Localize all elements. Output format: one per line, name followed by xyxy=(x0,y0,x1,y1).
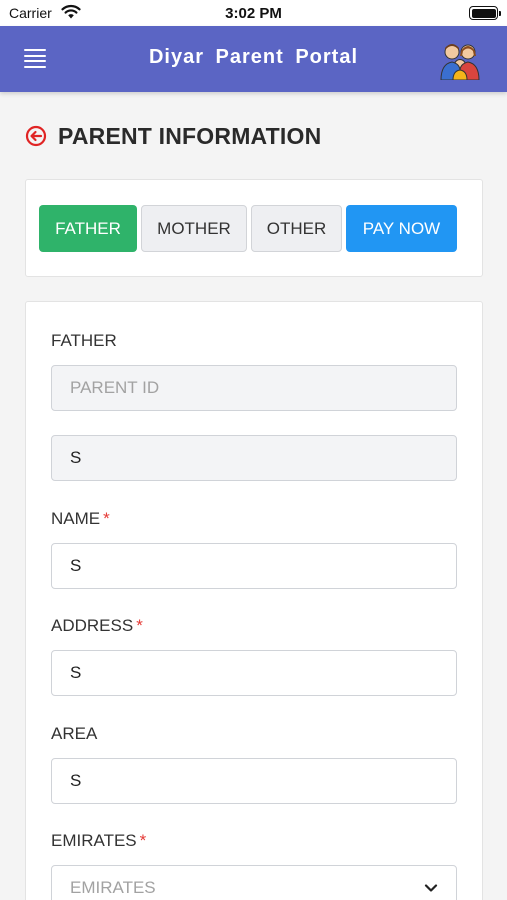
status-bar: Carrier 3:02 PM xyxy=(0,0,507,26)
back-arrow-circle-icon[interactable] xyxy=(25,125,47,147)
unlabeled-readonly-field[interactable]: S xyxy=(51,435,457,481)
address-label: ADDRESS * xyxy=(51,616,143,636)
chevron-down-icon xyxy=(424,884,438,892)
father-form-card: FATHER PARENT ID S NAME * S ADDRESS * S AR… xyxy=(25,301,483,900)
name-label-text: NAME xyxy=(51,509,101,528)
family-avatar-icon[interactable] xyxy=(439,40,481,80)
tab-mother[interactable]: MOTHER xyxy=(141,205,247,252)
pay-now-button[interactable]: PAY NOW xyxy=(346,205,457,252)
emirates-select[interactable]: EMIRATES xyxy=(51,865,457,900)
clock: 3:02 PM xyxy=(225,5,282,22)
emirates-label: EMIRATES * xyxy=(51,831,146,851)
area-field[interactable]: S xyxy=(51,758,457,804)
required-mark: * xyxy=(139,831,147,850)
section-title: FATHER xyxy=(51,331,117,350)
address-field[interactable]: S xyxy=(51,650,457,696)
page-title: PARENT INFORMATION xyxy=(58,122,322,149)
parent-id-field[interactable]: PARENT ID xyxy=(51,365,457,411)
parent-tabs-card: FATHER MOTHER OTHER PAY NOW xyxy=(25,179,483,277)
tab-father[interactable]: FATHER xyxy=(39,205,137,252)
battery-icon xyxy=(469,6,501,20)
name-field[interactable]: S xyxy=(51,543,457,589)
area-label: AREA xyxy=(51,724,98,743)
emirates-select-placeholder: EMIRATES xyxy=(70,878,156,897)
address-label-text: ADDRESS xyxy=(51,616,134,635)
name-label: NAME * xyxy=(51,509,110,529)
emirates-label-text: EMIRATES xyxy=(51,831,137,850)
tab-other[interactable]: OTHER xyxy=(251,205,342,252)
required-mark: * xyxy=(136,616,143,635)
page-header: PARENT INFORMATION xyxy=(25,122,321,150)
top-navigation-bar: Diyar Parent Portal xyxy=(0,26,507,92)
app-title: Diyar Parent Portal xyxy=(148,46,359,68)
required-mark: * xyxy=(103,509,110,528)
